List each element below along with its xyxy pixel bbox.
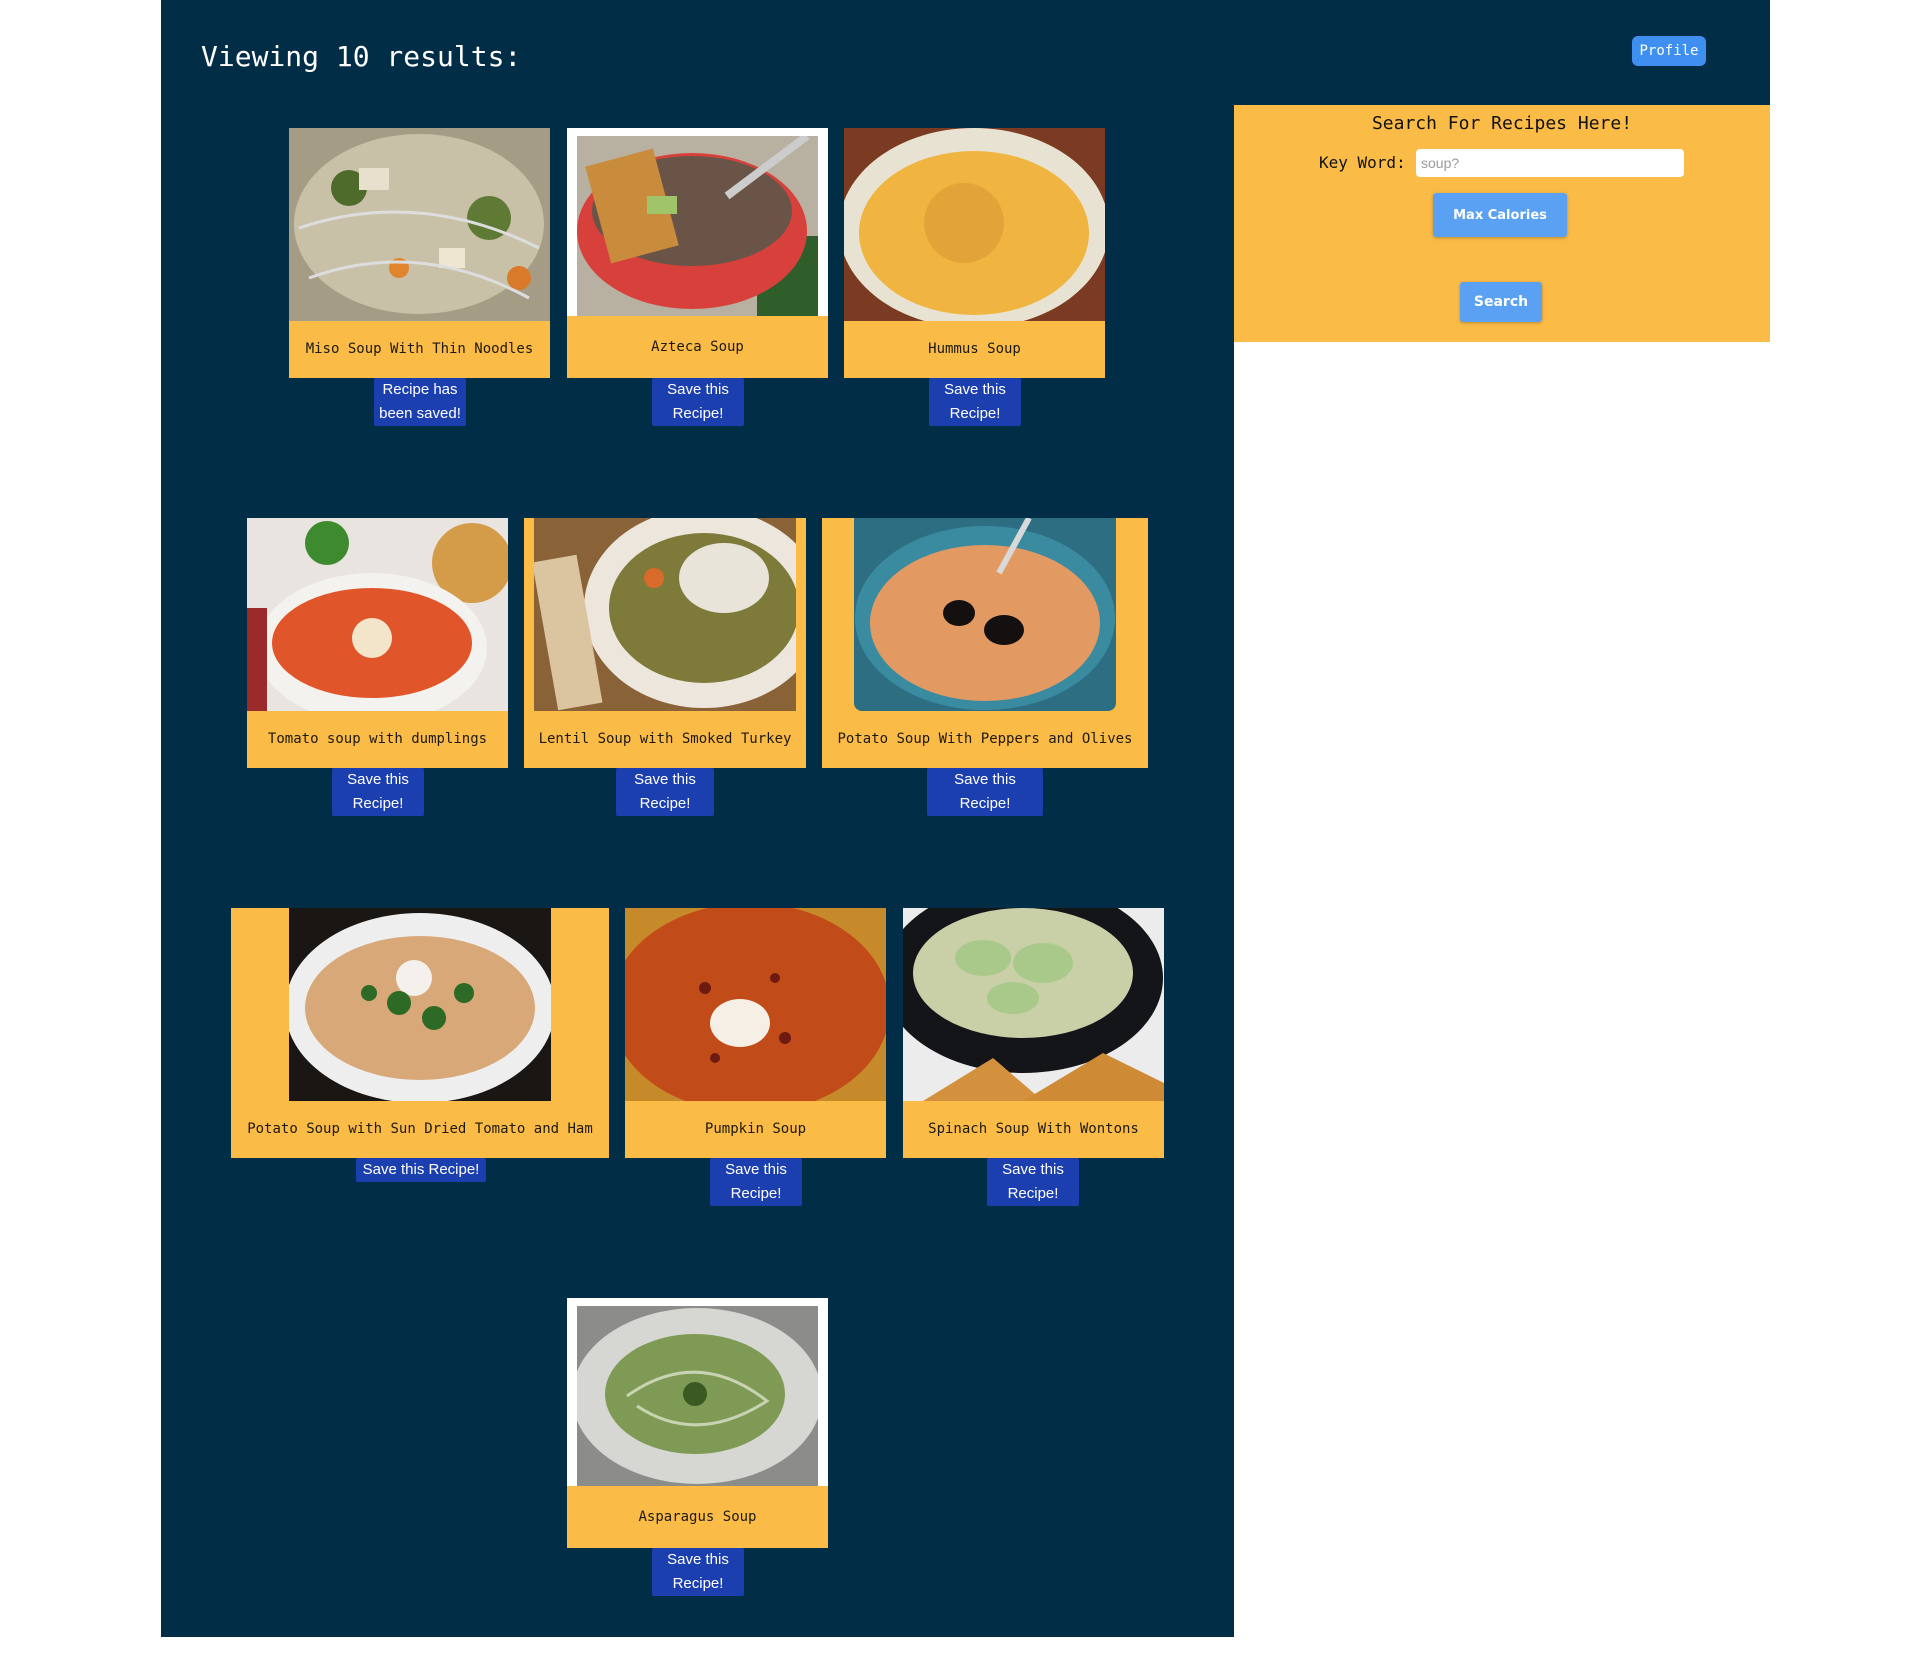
recipe-name: Hummus Soup bbox=[928, 341, 1021, 357]
save-recipe-button[interactable]: Save this Recipe! bbox=[652, 1548, 744, 1596]
recipe-card: Potato Soup with Sun Dried Tomato and Ha… bbox=[231, 908, 609, 1158]
save-recipe-button[interactable]: Save this Recipe! bbox=[710, 1158, 802, 1206]
recipe-card: Lentil Soup with Smoked Turkey bbox=[524, 518, 806, 768]
recipe-image[interactable] bbox=[289, 128, 550, 321]
results-panel: Viewing 10 results: Miso Soup With Thin … bbox=[161, 0, 1234, 1637]
recipe-name: Azteca Soup bbox=[567, 316, 828, 378]
recipe-image[interactable] bbox=[577, 136, 818, 316]
save-recipe-button[interactable]: Save this Recipe! bbox=[356, 1158, 486, 1182]
recipe-image[interactable] bbox=[577, 1306, 818, 1486]
recipe-image[interactable] bbox=[844, 128, 1105, 321]
recipe-image[interactable] bbox=[289, 908, 551, 1101]
keyword-label: Key Word: bbox=[1319, 153, 1406, 172]
save-recipe-button[interactable]: Save this Recipe! bbox=[987, 1158, 1079, 1206]
save-recipe-button[interactable]: Save this Recipe! bbox=[652, 378, 744, 426]
recipe-card: Spinach Soup With Wontons bbox=[903, 908, 1164, 1158]
recipe-name: Spinach Soup With Wontons bbox=[928, 1121, 1139, 1137]
max-calories-button[interactable]: Max Calories bbox=[1433, 193, 1567, 237]
save-recipe-button[interactable]: Save this Recipe! bbox=[927, 768, 1043, 816]
save-recipe-button[interactable]: Save this Recipe! bbox=[616, 768, 714, 816]
recipe-image[interactable] bbox=[534, 518, 796, 711]
recipe-name: Lentil Soup with Smoked Turkey bbox=[538, 731, 792, 747]
recipe-image[interactable] bbox=[625, 908, 886, 1101]
recipe-name: Potato Soup with Sun Dried Tomato and Ha… bbox=[247, 1121, 593, 1137]
recipe-name: Pumpkin Soup bbox=[704, 1121, 807, 1137]
save-recipe-button[interactable]: Save this Recipe! bbox=[929, 378, 1021, 426]
recipe-card: Miso Soup With Thin Noodles bbox=[289, 128, 550, 378]
search-button[interactable]: Search bbox=[1460, 282, 1542, 322]
profile-button[interactable]: Profile bbox=[1632, 36, 1706, 66]
recipe-image[interactable] bbox=[247, 518, 508, 711]
recipe-card: Potato Soup With Peppers and Olives bbox=[822, 518, 1148, 768]
keyword-input[interactable] bbox=[1416, 149, 1684, 177]
recipe-name: Asparagus Soup bbox=[567, 1486, 828, 1548]
page-title: Viewing 10 results: bbox=[201, 40, 522, 73]
save-recipe-button[interactable]: Recipe has been saved! bbox=[374, 378, 466, 426]
recipe-card: Tomato soup with dumplings bbox=[247, 518, 508, 768]
search-title: Search For Recipes Here! bbox=[1371, 113, 1633, 134]
recipe-name: Miso Soup With Thin Noodles bbox=[305, 341, 534, 357]
recipe-card: Pumpkin Soup bbox=[625, 908, 886, 1158]
recipe-image[interactable] bbox=[854, 518, 1116, 711]
recipe-card: Asparagus Soup bbox=[567, 1298, 828, 1548]
recipe-card: Hummus Soup bbox=[844, 128, 1105, 378]
recipe-image[interactable] bbox=[903, 908, 1164, 1101]
search-panel: Search For Recipes Here! Key Word: Max C… bbox=[1234, 105, 1770, 342]
recipe-name: Potato Soup With Peppers and Olives bbox=[837, 731, 1133, 747]
save-recipe-button[interactable]: Save this Recipe! bbox=[332, 768, 424, 816]
recipe-name: Tomato soup with dumplings bbox=[267, 731, 488, 747]
recipe-card: Azteca Soup bbox=[567, 128, 828, 378]
